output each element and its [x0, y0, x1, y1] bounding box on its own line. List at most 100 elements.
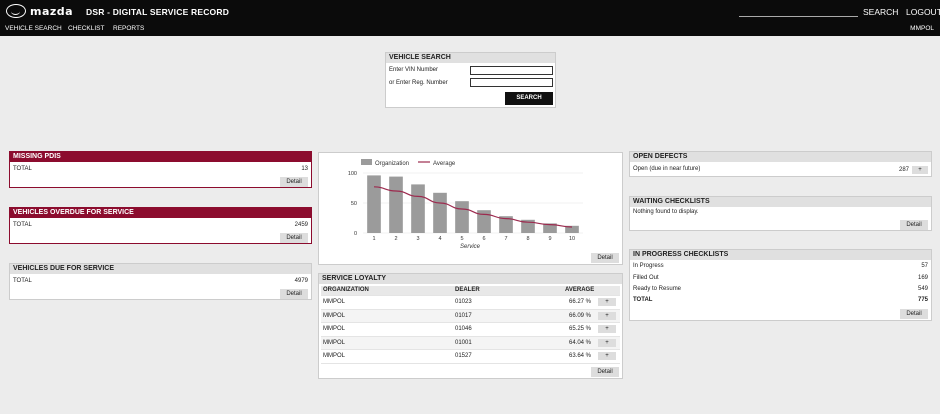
waiting-title: WAITING CHECKLISTS	[630, 197, 931, 207]
service-loyalty-panel: SERVICE LOYALTY ORGANIZATION DEALER AVER…	[318, 273, 623, 379]
service-loyalty-table: ORGANIZATION DEALER AVERAGE MMPOL 01023 …	[321, 286, 620, 364]
missing-pdis-detail-button[interactable]: Detail	[280, 177, 308, 187]
col-dealer: DEALER	[455, 287, 480, 293]
loyalty-detail-button[interactable]: Detail	[591, 367, 619, 377]
table-row: MMPOL 01017 66.09 % +	[321, 309, 620, 323]
expand-button[interactable]: +	[598, 352, 616, 360]
in-progress-label: In Progress	[633, 263, 664, 269]
bar-organization	[411, 184, 425, 233]
ready-to-resume-value: 549	[917, 286, 928, 292]
mazda-logo[interactable]: mazda	[6, 4, 73, 18]
overdue-value: 2459	[294, 222, 308, 228]
vin-input[interactable]	[470, 66, 553, 75]
y-tick-label: 0	[354, 231, 357, 237]
cell-average: 66.09 %	[569, 312, 592, 319]
mazda-logo-icon	[6, 4, 26, 18]
nav-vehicle-search[interactable]: VEHICLE SEARCH	[5, 25, 62, 32]
reg-input[interactable]	[470, 78, 553, 87]
total-value: 775	[917, 297, 928, 303]
ready-to-resume-label: Ready to Resume	[633, 286, 682, 292]
filled-out-value: 169	[917, 275, 928, 281]
cell-average: 64.04 %	[569, 339, 592, 346]
cell-dealer: 01046	[455, 326, 472, 332]
vin-label: Enter VIN Number	[389, 67, 439, 73]
user-name[interactable]: MMPOL	[910, 25, 934, 32]
open-defects-label: Open (due in near future)	[633, 166, 701, 172]
chart-detail-button[interactable]: Detail	[591, 253, 619, 263]
col-organization: ORGANIZATION	[323, 287, 369, 293]
reg-label: or Enter Reg. Number	[389, 80, 448, 86]
header-search-input[interactable]	[739, 16, 858, 17]
line-average	[373, 186, 573, 228]
missing-pdis-value: 13	[301, 166, 308, 172]
expand-button[interactable]: +	[598, 325, 616, 333]
y-tick-label: 50	[351, 201, 357, 207]
vehicle-search-panel: VEHICLE SEARCH Enter VIN Number or Enter…	[385, 52, 556, 108]
due-title: VEHICLES DUE FOR SERVICE	[10, 264, 311, 274]
x-tick-label: 7	[504, 236, 507, 242]
y-tick-label: 100	[348, 171, 357, 177]
expand-button[interactable]: +	[598, 298, 616, 306]
vehicle-search-title: VEHICLE SEARCH	[386, 53, 555, 63]
due-label: TOTAL	[13, 278, 32, 284]
logo-text: mazda	[30, 4, 74, 18]
total-row: TOTAL 775	[633, 297, 928, 303]
expand-button[interactable]: +	[598, 311, 616, 320]
nav-reports[interactable]: REPORTS	[113, 25, 144, 32]
filled-out-row: Filled Out 169	[633, 275, 928, 281]
open-defects-row: Open (due in near future) 287 +	[633, 166, 928, 174]
cell-dealer: 01023	[455, 299, 472, 305]
in-progress-value: 57	[921, 263, 928, 269]
x-tick-label: 10	[569, 236, 575, 242]
open-defects-expand-button[interactable]: +	[912, 166, 928, 174]
x-axis: 1 2 3 4 5 6 7 8 9 10	[372, 236, 575, 242]
in-progress-row: In Progress 57	[633, 263, 928, 269]
total-label: TOTAL	[633, 297, 653, 303]
service-loyalty-title: SERVICE LOYALTY	[319, 274, 622, 284]
bar-organization	[389, 176, 403, 233]
cell-org: MMPOL	[323, 353, 346, 359]
x-tick-label: 6	[482, 236, 485, 242]
top-header: mazda DSR - DIGITAL SERVICE RECORD SEARC…	[0, 0, 940, 36]
open-defects-title: OPEN DEFECTS	[630, 152, 931, 162]
open-defects-value: 287	[898, 167, 909, 173]
expand-button[interactable]: +	[598, 338, 616, 347]
logout-link[interactable]: LOGOUT	[906, 7, 940, 17]
overdue-label: TOTAL	[13, 222, 32, 228]
x-tick-label: 4	[438, 236, 441, 242]
nav-checklist[interactable]: CHECKLIST	[68, 25, 104, 32]
filled-out-label: Filled Out	[633, 275, 659, 281]
cell-org: MMPOL	[323, 339, 346, 346]
missing-pdis-label: TOTAL	[13, 166, 32, 172]
overdue-detail-button[interactable]: Detail	[280, 233, 308, 243]
due-detail-button[interactable]: Detail	[280, 289, 308, 299]
x-axis-label: Service	[460, 244, 481, 250]
overdue-row: TOTAL 2459	[13, 222, 308, 228]
cell-dealer: 01001	[455, 339, 472, 346]
table-row: MMPOL 01023 66.27 % +	[321, 296, 620, 310]
cell-average: 63.64 %	[569, 353, 592, 359]
bar-organization	[367, 175, 381, 233]
cell-dealer: 01527	[455, 353, 472, 359]
table-row: MMPOL 01527 63.64 % +	[321, 350, 620, 364]
missing-pdis-row: TOTAL 13	[13, 166, 308, 172]
table-row: MMPOL 01046 65.25 % +	[321, 323, 620, 337]
legend-swatch-organization	[361, 159, 372, 165]
bar-organization	[433, 192, 447, 233]
cell-org: MMPOL	[323, 299, 346, 305]
in-progress-detail-button[interactable]: Detail	[900, 309, 928, 319]
overdue-title: VEHICLES OVERDUE FOR SERVICE	[10, 208, 311, 218]
x-tick-label: 9	[548, 236, 551, 242]
bar-organization	[455, 201, 469, 233]
app-title: DSR - DIGITAL SERVICE RECORD	[86, 7, 230, 17]
x-tick-label: 5	[460, 236, 463, 242]
x-tick-label: 2	[394, 236, 397, 242]
waiting-detail-button[interactable]: Detail	[900, 220, 928, 230]
col-average: AVERAGE	[565, 287, 595, 293]
due-panel: VEHICLES DUE FOR SERVICE TOTAL 4979 Deta…	[9, 263, 312, 300]
x-tick-label: 8	[526, 236, 529, 242]
service-chart-panel: Organization Average 0 50 100 1 2 3 4 5 6 7 8 9 10 …	[318, 152, 623, 265]
waiting-message: Nothing found to display.	[633, 209, 699, 215]
vehicle-search-button[interactable]: SEARCH	[505, 92, 553, 105]
header-search-link[interactable]: SEARCH	[863, 7, 898, 17]
